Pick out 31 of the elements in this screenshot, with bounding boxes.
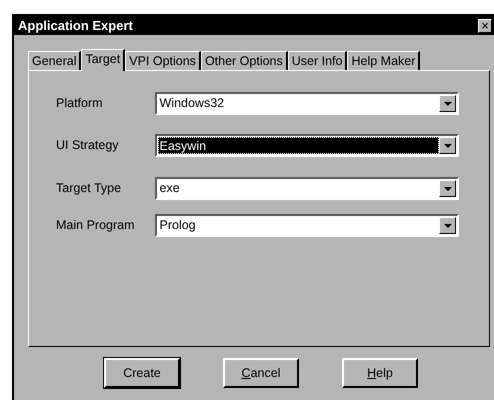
dropdown-button[interactable] — [439, 217, 456, 234]
close-button[interactable]: × — [478, 18, 492, 32]
tab[interactable]: Target — [81, 49, 126, 71]
dropdown-button[interactable] — [439, 180, 456, 197]
caret-icon — [444, 186, 452, 190]
field-label: UI Strategy — [56, 137, 120, 154]
dropdown-button[interactable] — [439, 137, 456, 154]
tab[interactable]: User Info — [288, 51, 348, 70]
dropdown[interactable]: Windows32 — [154, 92, 459, 115]
dialog-button[interactable]: Cancel — [223, 358, 299, 388]
dialog-button[interactable]: Create — [104, 358, 180, 388]
dialog-button[interactable]: Help — [342, 358, 418, 388]
window-title: Application Expert — [18, 16, 133, 35]
caret-icon — [444, 224, 452, 228]
dropdown-button[interactable] — [439, 95, 456, 112]
dropdown[interactable]: Easywin — [154, 134, 459, 157]
caret-icon — [444, 144, 452, 148]
tab[interactable]: VPI Options — [125, 51, 201, 70]
caret-icon — [444, 102, 452, 106]
dropdown-value: Windows32 — [158, 95, 226, 112]
field-label: Main Program — [56, 217, 136, 234]
dropdown-value: Prolog — [158, 217, 197, 234]
tab[interactable]: Help Maker — [347, 51, 420, 70]
dropdown-value: exe — [158, 180, 181, 197]
dropdown-value: Easywin — [158, 137, 439, 154]
field-label: Platform — [56, 95, 104, 112]
dropdown[interactable]: exe — [154, 177, 459, 200]
tab[interactable]: General — [28, 51, 82, 70]
field-label: Target Type — [56, 180, 122, 198]
dropdown[interactable]: Prolog — [154, 214, 459, 237]
tab[interactable]: Other Options — [200, 51, 288, 70]
